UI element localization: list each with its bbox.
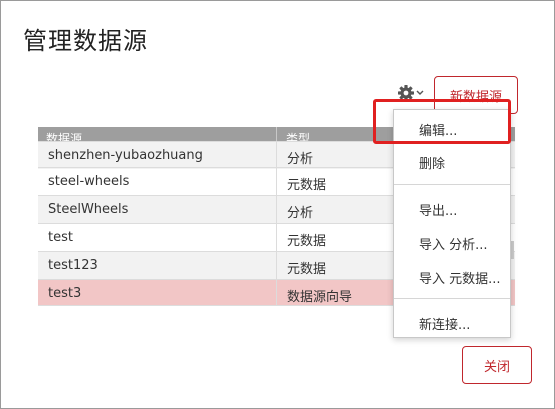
settings-dropdown-menu: 编辑... 删除 导出... 导入 分析... 导入 元数据... 新连接... [393,109,511,338]
datasource-type: 元数据 [287,262,327,277]
datasource-name: test123 [48,258,98,273]
menu-item-new-connection[interactable]: 新连接... [419,314,470,333]
datasource-type: 分析 [287,152,314,167]
datasource-type: 数据源向导 [287,290,353,305]
column-divider [276,142,277,170]
menu-divider [394,298,510,299]
settings-menu-button[interactable] [397,82,429,104]
datasource-name: steel-wheels [48,174,130,189]
datasource-type: 元数据 [287,178,327,193]
menu-item-edit[interactable]: 编辑... [419,120,457,139]
close-button[interactable]: 关闭 [462,346,532,384]
column-divider [276,168,277,196]
datasource-name: test3 [48,286,82,301]
column-divider [276,196,277,224]
dialog-title: 管理数据源 [23,27,148,55]
column-divider [276,252,277,280]
datasource-type: 分析 [287,206,314,221]
chevron-down-icon [416,90,424,95]
manage-datasources-dialog: 管理数据源 新数据源 数据源 类型 shenzhen-yubaozhuang 分… [0,0,555,409]
menu-item-delete[interactable]: 删除 [419,153,445,172]
menu-item-import-metadata[interactable]: 导入 元数据... [419,268,501,287]
datasource-name: test [48,230,73,245]
menu-divider [394,184,510,185]
gear-icon [398,85,424,101]
column-divider [276,280,277,305]
menu-item-import-analysis[interactable]: 导入 分析... [419,234,488,253]
datasource-name: SteelWheels [48,202,129,217]
datasource-type: 元数据 [287,234,327,249]
menu-item-export[interactable]: 导出... [419,200,457,219]
datasource-name: shenzhen-yubaozhuang [48,148,203,163]
column-divider [276,224,277,252]
